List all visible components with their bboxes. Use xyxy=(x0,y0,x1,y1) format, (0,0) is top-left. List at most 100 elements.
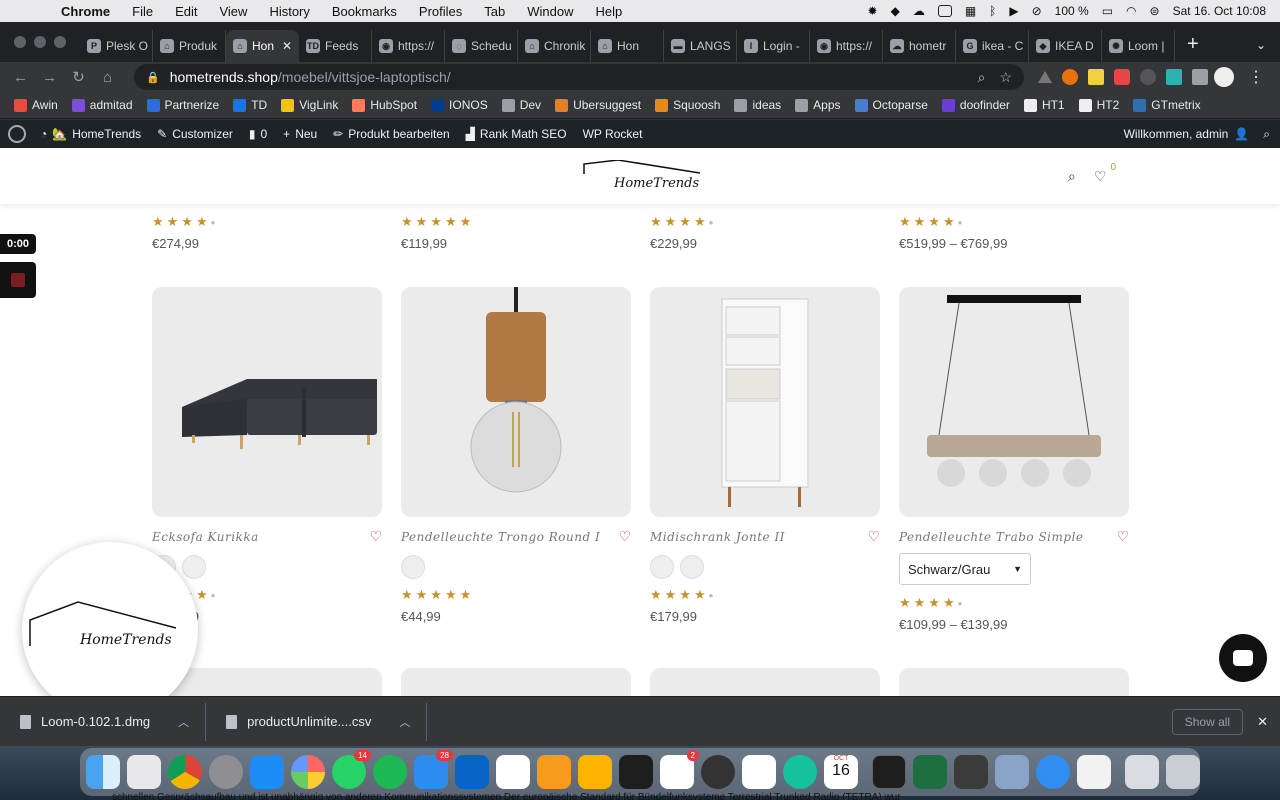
sublime-icon[interactable] xyxy=(954,755,988,789)
safari-icon[interactable] xyxy=(1036,755,1070,789)
bookmark-item[interactable]: Ubersuggest xyxy=(555,98,641,112)
browser-tab[interactable]: TD Feeds xyxy=(299,30,372,62)
product-card[interactable]: Pendelleuchte Trongo Round I ♡ ★★★★★ €44… xyxy=(401,287,631,632)
finder-icon[interactable] xyxy=(86,755,120,789)
app-status-icon[interactable] xyxy=(937,5,952,17)
play-icon[interactable]: ▶ xyxy=(1009,4,1018,18)
menu-history[interactable]: History xyxy=(258,4,320,19)
terminal-icon[interactable] xyxy=(872,755,906,789)
zoom-search-icon[interactable]: ⌕ xyxy=(978,69,986,86)
menu-tab[interactable]: Tab xyxy=(473,4,516,19)
browser-tab[interactable]: Gikea - C xyxy=(956,30,1029,62)
address-bar[interactable]: 🔒 hometrends.shop/moebel/vittsjoe-laptop… xyxy=(134,64,1024,90)
wishlist-heart-icon[interactable]: ♡ xyxy=(1116,528,1129,545)
bookmark-item[interactable]: TD xyxy=(233,98,267,112)
browser-tab[interactable]: ◉ https:// xyxy=(810,30,883,62)
wp-edit-product-link[interactable]: ✏ Produkt bearbeiten xyxy=(325,127,457,141)
product-card[interactable]: Midischrank Jonte II ♡ ★★★★● €179,99 xyxy=(650,287,880,632)
calculator-icon[interactable]: ▦ xyxy=(965,4,976,18)
calendar-icon[interactable]: OCT 16 xyxy=(824,755,858,789)
pages-icon[interactable] xyxy=(537,755,571,789)
extension-td-icon[interactable] xyxy=(1114,69,1130,85)
gear-icon[interactable]: ✹ xyxy=(868,4,878,18)
bookmark-item[interactable]: VigLink xyxy=(281,98,338,112)
product-title[interactable]: Pendelleuchte Trabo Simple xyxy=(899,530,1084,544)
extension-gear-icon[interactable] xyxy=(1140,69,1156,85)
wifi-icon[interactable]: ◠ xyxy=(1126,4,1136,18)
outlook-icon[interactable] xyxy=(455,755,489,789)
close-window-button[interactable] xyxy=(14,36,26,48)
wishlist-heart-icon[interactable]: ♡ xyxy=(1094,168,1107,185)
browser-tab[interactable]: ⌂ Produk xyxy=(153,30,226,62)
squoosh-icon[interactable] xyxy=(701,755,735,789)
clickup-icon[interactable] xyxy=(742,755,776,789)
excel-icon[interactable] xyxy=(913,755,947,789)
download-item[interactable]: productUnlimite....csv ︿ xyxy=(206,702,428,741)
extension-cup-icon[interactable] xyxy=(1166,69,1182,85)
camera-bubble[interactable]: HomeTrends xyxy=(22,542,198,718)
bookmark-item[interactable]: Squoosh xyxy=(655,98,720,112)
bookmark-item[interactable]: doofinder xyxy=(941,98,1010,112)
menu-window[interactable]: Window xyxy=(516,4,584,19)
wp-customizer-link[interactable]: ✎ Customizer xyxy=(149,127,241,141)
browser-tab[interactable]: ⌂ Hon ✕ xyxy=(226,30,299,62)
wp-rank-math-link[interactable]: ▟ Rank Math SEO xyxy=(458,127,575,141)
chrome-icon[interactable] xyxy=(168,755,202,789)
browser-tab[interactable]: P Plesk O xyxy=(80,30,153,62)
wp-rocket-link[interactable]: WP Rocket xyxy=(575,127,651,141)
grammarly-icon[interactable] xyxy=(783,755,817,789)
browser-tab[interactable]: ▬ LANGS xyxy=(664,30,737,62)
tab-search-chevron-icon[interactable]: ⌄ xyxy=(1242,38,1280,62)
chevron-up-icon[interactable]: ︿ xyxy=(399,714,410,730)
bookmark-item[interactable]: Partnerize xyxy=(146,98,219,112)
numbers-icon[interactable] xyxy=(496,755,530,789)
back-button[interactable]: ← xyxy=(6,69,35,86)
minimize-window-button[interactable] xyxy=(34,36,46,48)
download-item[interactable]: Loom-0.102.1.dmg ︿ xyxy=(0,702,207,741)
browser-tab[interactable]: ☁ hometr xyxy=(883,30,956,62)
extension-viglink-icon[interactable] xyxy=(1088,69,1104,85)
wishlist-heart-icon[interactable]: ♡ xyxy=(369,528,382,545)
product-image[interactable] xyxy=(650,287,880,517)
reload-button[interactable]: ↻ xyxy=(64,68,93,86)
menu-profiles[interactable]: Profiles xyxy=(408,4,473,19)
wp-new-link[interactable]: + Neu xyxy=(275,127,325,141)
show-all-button[interactable]: Show all xyxy=(1171,708,1244,735)
sketch-icon[interactable] xyxy=(578,755,612,789)
wp-account[interactable]: Willkommen, admin 👤 ⌕ xyxy=(1124,127,1280,142)
app-store-icon[interactable] xyxy=(250,755,284,789)
bookmark-item[interactable]: HT2 xyxy=(1078,98,1119,112)
photos-icon[interactable] xyxy=(291,755,325,789)
bookmark-item[interactable]: Octoparse xyxy=(854,98,928,112)
variant-swatch[interactable] xyxy=(650,555,674,579)
forward-button[interactable]: → xyxy=(35,69,64,86)
variant-swatch[interactable] xyxy=(401,555,425,579)
product-title[interactable]: Pendelleuchte Trongo Round I xyxy=(401,530,600,544)
wp-site-link[interactable]: ◔ 🏡 HomeTrends xyxy=(32,127,149,141)
whatsapp-icon[interactable]: 14 xyxy=(332,750,371,789)
figma-icon[interactable] xyxy=(619,755,653,789)
cloud-icon[interactable]: ☁ xyxy=(913,4,925,18)
puzzle-icon[interactable] xyxy=(1192,69,1208,85)
preview-icon[interactable] xyxy=(995,755,1029,789)
bookmark-item[interactable]: Awin xyxy=(14,98,58,112)
menu-help[interactable]: Help xyxy=(585,4,634,19)
menu-view[interactable]: View xyxy=(208,4,258,19)
bookmark-item[interactable]: HT1 xyxy=(1023,98,1065,112)
system-preferences-icon[interactable] xyxy=(209,755,243,789)
close-icon[interactable]: ✕ xyxy=(1257,714,1268,730)
wp-comments-link[interactable]: ▮ 0 xyxy=(241,127,275,141)
variant-select[interactable]: Schwarz/Grau ▼ xyxy=(899,553,1031,585)
menu-app-name[interactable]: Chrome xyxy=(50,4,121,19)
product-image-partial[interactable] xyxy=(650,668,880,696)
product-image-partial[interactable] xyxy=(401,668,631,696)
trash-icon[interactable] xyxy=(1166,755,1200,789)
bookmark-item[interactable]: Dev xyxy=(501,98,541,112)
product-card[interactable]: Pendelleuchte Trabo Simple ♡ Schwarz/Gra… xyxy=(899,287,1129,632)
control-center-icon[interactable]: ⊜ xyxy=(1150,4,1160,18)
documents-folder-icon[interactable] xyxy=(1125,755,1159,789)
bookmark-star-icon[interactable]: ☆ xyxy=(999,69,1012,86)
wishlist-heart-icon[interactable]: ♡ xyxy=(867,528,880,545)
wordpress-icon[interactable] xyxy=(8,125,26,143)
bookmark-item[interactable]: Apps xyxy=(795,98,841,112)
